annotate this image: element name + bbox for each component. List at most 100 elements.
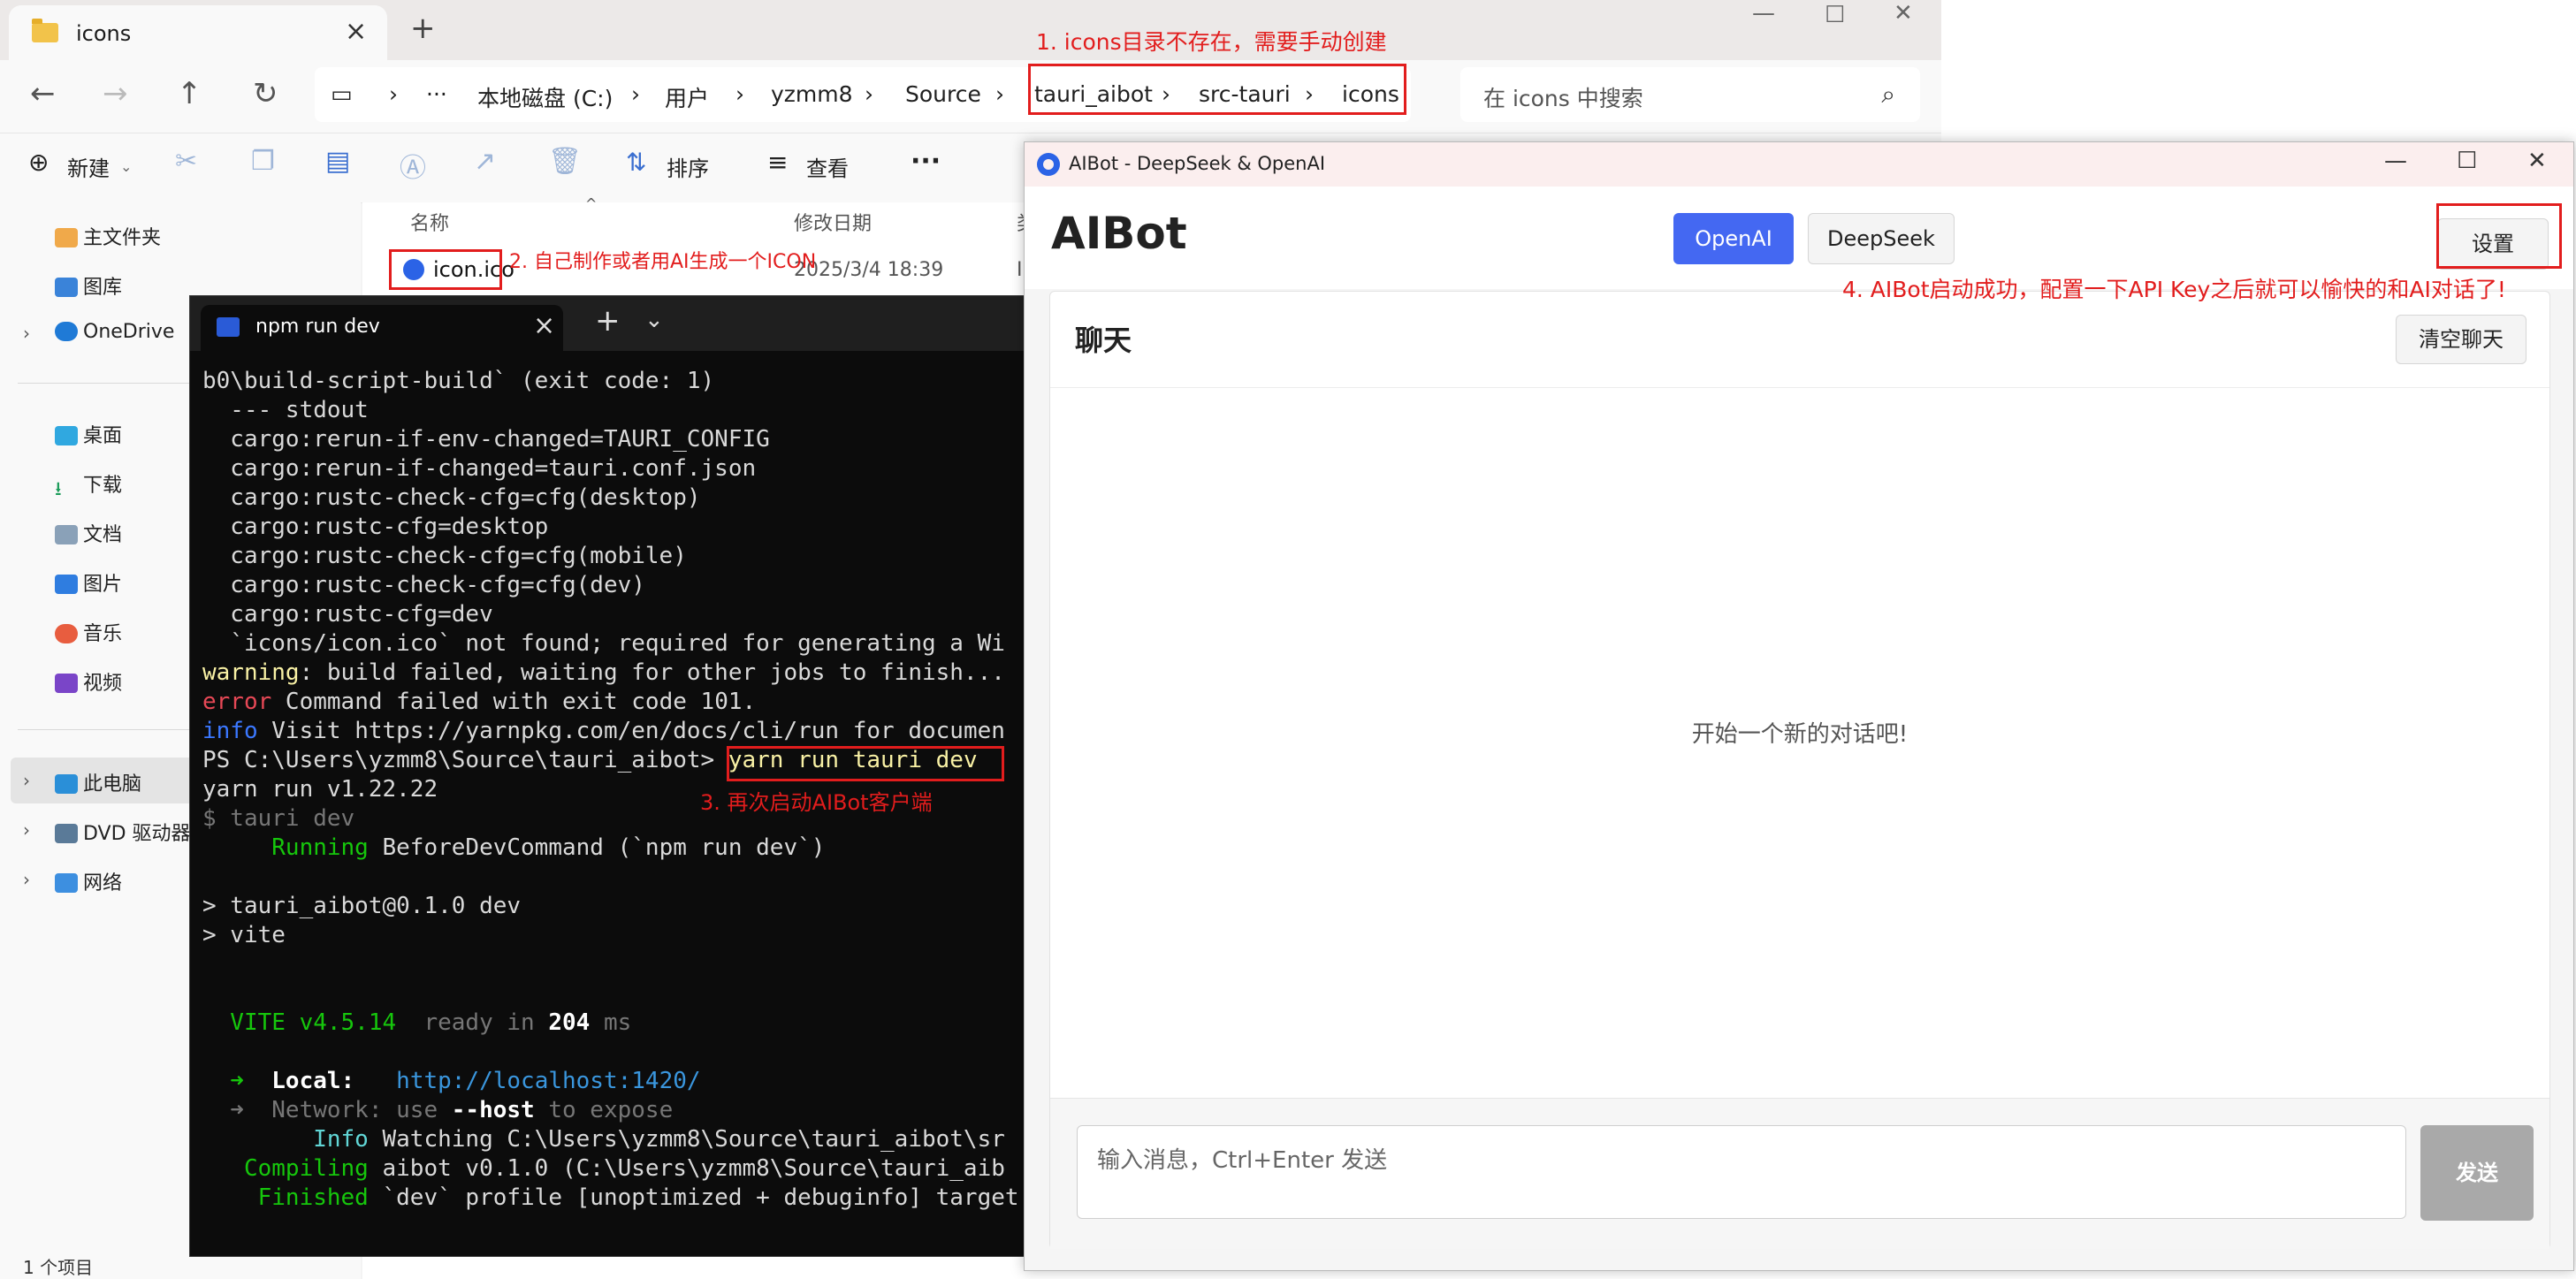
back-arrow-icon[interactable]: ←	[30, 76, 56, 111]
aibot-window-title: AIBot - DeepSeek & OpenAI	[1069, 153, 1326, 174]
explorer-tabbar: icons × + — ☐ ✕	[0, 0, 1941, 60]
terminal-line: warning: build failed, waiting for other…	[202, 659, 1074, 688]
sidebar-item-downloads[interactable]: ⭳ 下载	[55, 469, 122, 500]
new-terminal-tab-button[interactable]: +	[595, 303, 621, 339]
close-window-icon[interactable]: ✕	[2527, 148, 2547, 174]
sidebar-item-music[interactable]: 音乐	[55, 618, 122, 646]
view-button[interactable]: 查看	[806, 151, 849, 182]
minimize-icon[interactable]: —	[1752, 0, 1775, 27]
message-input[interactable]	[1077, 1125, 2406, 1219]
sidebar-item-dvd[interactable]: DVD 驱动器	[55, 818, 191, 846]
sidebar-item-gallery[interactable]: 图库	[55, 271, 122, 300]
up-arrow-icon[interactable]: ↑	[177, 76, 202, 111]
copy-icon[interactable]: ❐	[251, 146, 275, 177]
paste-icon[interactable]: ▤	[325, 146, 350, 177]
more-options-button[interactable]: ···	[911, 146, 941, 177]
chevron-down-icon[interactable]: ⌄	[644, 307, 664, 333]
breadcrumb-yzmm8[interactable]: yzmm8	[771, 81, 853, 107]
terminal-line: ➜ Local: http://localhost:1420/	[202, 1067, 1074, 1096]
sidebar-item-documents[interactable]: 文档	[55, 519, 122, 547]
terminal-text: Visit https://yarnpkg.com/en/docs/cli/ru…	[257, 718, 1005, 744]
column-header-name[interactable]: 名称	[410, 208, 449, 236]
sidebar-item-home[interactable]: 主文件夹	[55, 222, 161, 250]
warning-label: warning	[202, 659, 300, 686]
breadcrumb-users[interactable]: 用户	[665, 81, 709, 113]
annotation-3: 3. 再次启动AIBot客户端	[700, 790, 933, 815]
breadcrumb-c-drive[interactable]: 本地磁盘 (C:)	[477, 81, 613, 113]
openai-provider-button[interactable]: OpenAI	[1673, 213, 1794, 264]
aibot-window: AIBot - DeepSeek & OpenAI — ☐ ✕ AIBot Op…	[1024, 141, 2574, 1271]
terminal-line: --- stdout	[202, 397, 369, 423]
terminal-line: Info Watching C:\Users\yzmm8\Source\taur…	[202, 1125, 1074, 1154]
local-url-link[interactable]: http://localhost:1420/	[354, 1068, 700, 1094]
chevron-right-icon: ›	[865, 81, 873, 107]
terminal-line: cargo:rerun-if-env-changed=TAURI_CONFIG	[202, 426, 770, 453]
sidebar-item-onedrive[interactable]: OneDrive	[55, 321, 174, 343]
sidebar-item-thispc[interactable]: 此电脑	[55, 768, 141, 796]
sidebar-item-label: 图库	[83, 277, 123, 299]
close-tab-icon[interactable]: ×	[345, 16, 367, 47]
sort-button[interactable]: 排序	[667, 151, 709, 182]
sidebar-item-network[interactable]: 网络	[55, 867, 122, 895]
sidebar-item-label: 视频	[83, 673, 123, 695]
minimize-icon[interactable]: —	[2384, 148, 2407, 174]
chevron-right-icon[interactable]: ›	[23, 323, 30, 344]
breadcrumb-source[interactable]: Source	[905, 81, 981, 107]
video-icon	[55, 674, 78, 693]
send-button[interactable]: 发送	[2420, 1125, 2534, 1221]
sidebar-item-label: 音乐	[83, 623, 123, 645]
terminal-line: $ tauri dev	[202, 805, 355, 832]
chevron-right-icon[interactable]: ›	[23, 869, 30, 890]
explorer-tab-icons[interactable]: icons ×	[9, 5, 387, 60]
status-item-count: 1 个项目	[23, 1257, 94, 1278]
delete-icon[interactable]: 🗑	[548, 146, 582, 177]
document-icon	[55, 525, 78, 544]
terminal-line: Finished `dev` profile [unoptimized + de…	[202, 1184, 1074, 1213]
terminal-text: Watching C:\Users\yzmm8\Source\tauri_aib…	[368, 1126, 1005, 1153]
new-button[interactable]: 新建	[67, 151, 110, 182]
close-window-icon[interactable]: ✕	[1894, 0, 1913, 27]
sidebar-item-desktop[interactable]: 桌面	[55, 420, 122, 448]
desktop-icon	[55, 426, 78, 445]
breadcrumb-ellipsis[interactable]: ···	[426, 81, 447, 107]
column-header-date[interactable]: 修改日期	[794, 208, 872, 236]
sidebar-item-pictures[interactable]: 图片	[55, 568, 122, 597]
compiling-label: Compiling	[202, 1155, 369, 1182]
chevron-right-icon[interactable]: ›	[23, 770, 30, 791]
close-tab-icon[interactable]: ×	[533, 310, 555, 341]
clear-chat-button[interactable]: 清空聊天	[2396, 315, 2526, 364]
rename-icon[interactable]: Ⓐ	[400, 146, 426, 185]
file-type: I	[1017, 259, 1023, 281]
file-date: 2025/3/4 18:39	[794, 259, 944, 281]
terminal-output[interactable]: b0\build-script-build` (exit code: 1) --…	[202, 367, 1074, 1213]
arrow-icon: ➜	[202, 1068, 244, 1094]
aibot-logo-icon	[1037, 153, 1060, 176]
forward-arrow-icon[interactable]: →	[103, 76, 128, 111]
share-icon[interactable]: ↗	[474, 146, 496, 177]
sidebar-item-label: 桌面	[83, 425, 123, 447]
chevron-right-icon[interactable]: ›	[23, 819, 30, 841]
terminal-line: > tauri_aibot@0.1.0 dev	[202, 893, 522, 919]
running-label: Running	[202, 834, 369, 861]
terminal-tab[interactable]: npm run dev ×	[201, 305, 563, 351]
error-label: error	[202, 689, 272, 715]
cut-icon[interactable]: ✂	[175, 146, 197, 177]
terminal-text: aibot v0.1.0 (C:\Users\yzmm8\Source\taur…	[368, 1155, 1005, 1182]
terminal-line: `icons/icon.ico` not found; required for…	[202, 630, 1005, 657]
maximize-icon[interactable]: ☐	[1825, 2, 1845, 28]
chevron-right-icon: ›	[995, 81, 1004, 107]
terminal-line: cargo:rustc-check-cfg=cfg(mobile)	[202, 543, 687, 569]
terminal-line: > vite	[202, 922, 286, 948]
annotation-box-settings	[2436, 203, 2562, 269]
search-icon: ⌕	[1881, 80, 1895, 109]
computer-icon	[55, 774, 78, 794]
refresh-icon[interactable]: ↻	[253, 76, 278, 111]
chat-title: 聊天	[1075, 324, 1132, 357]
sidebar-item-videos[interactable]: 视频	[55, 667, 122, 696]
deepseek-provider-button[interactable]: DeepSeek	[1808, 213, 1955, 264]
new-tab-button[interactable]: +	[410, 11, 436, 46]
message-input-bar: 发送	[1050, 1098, 2549, 1249]
explorer-search-box[interactable]: 在 icons 中搜索 ⌕	[1460, 67, 1920, 122]
maximize-icon[interactable]: ☐	[2457, 148, 2477, 174]
